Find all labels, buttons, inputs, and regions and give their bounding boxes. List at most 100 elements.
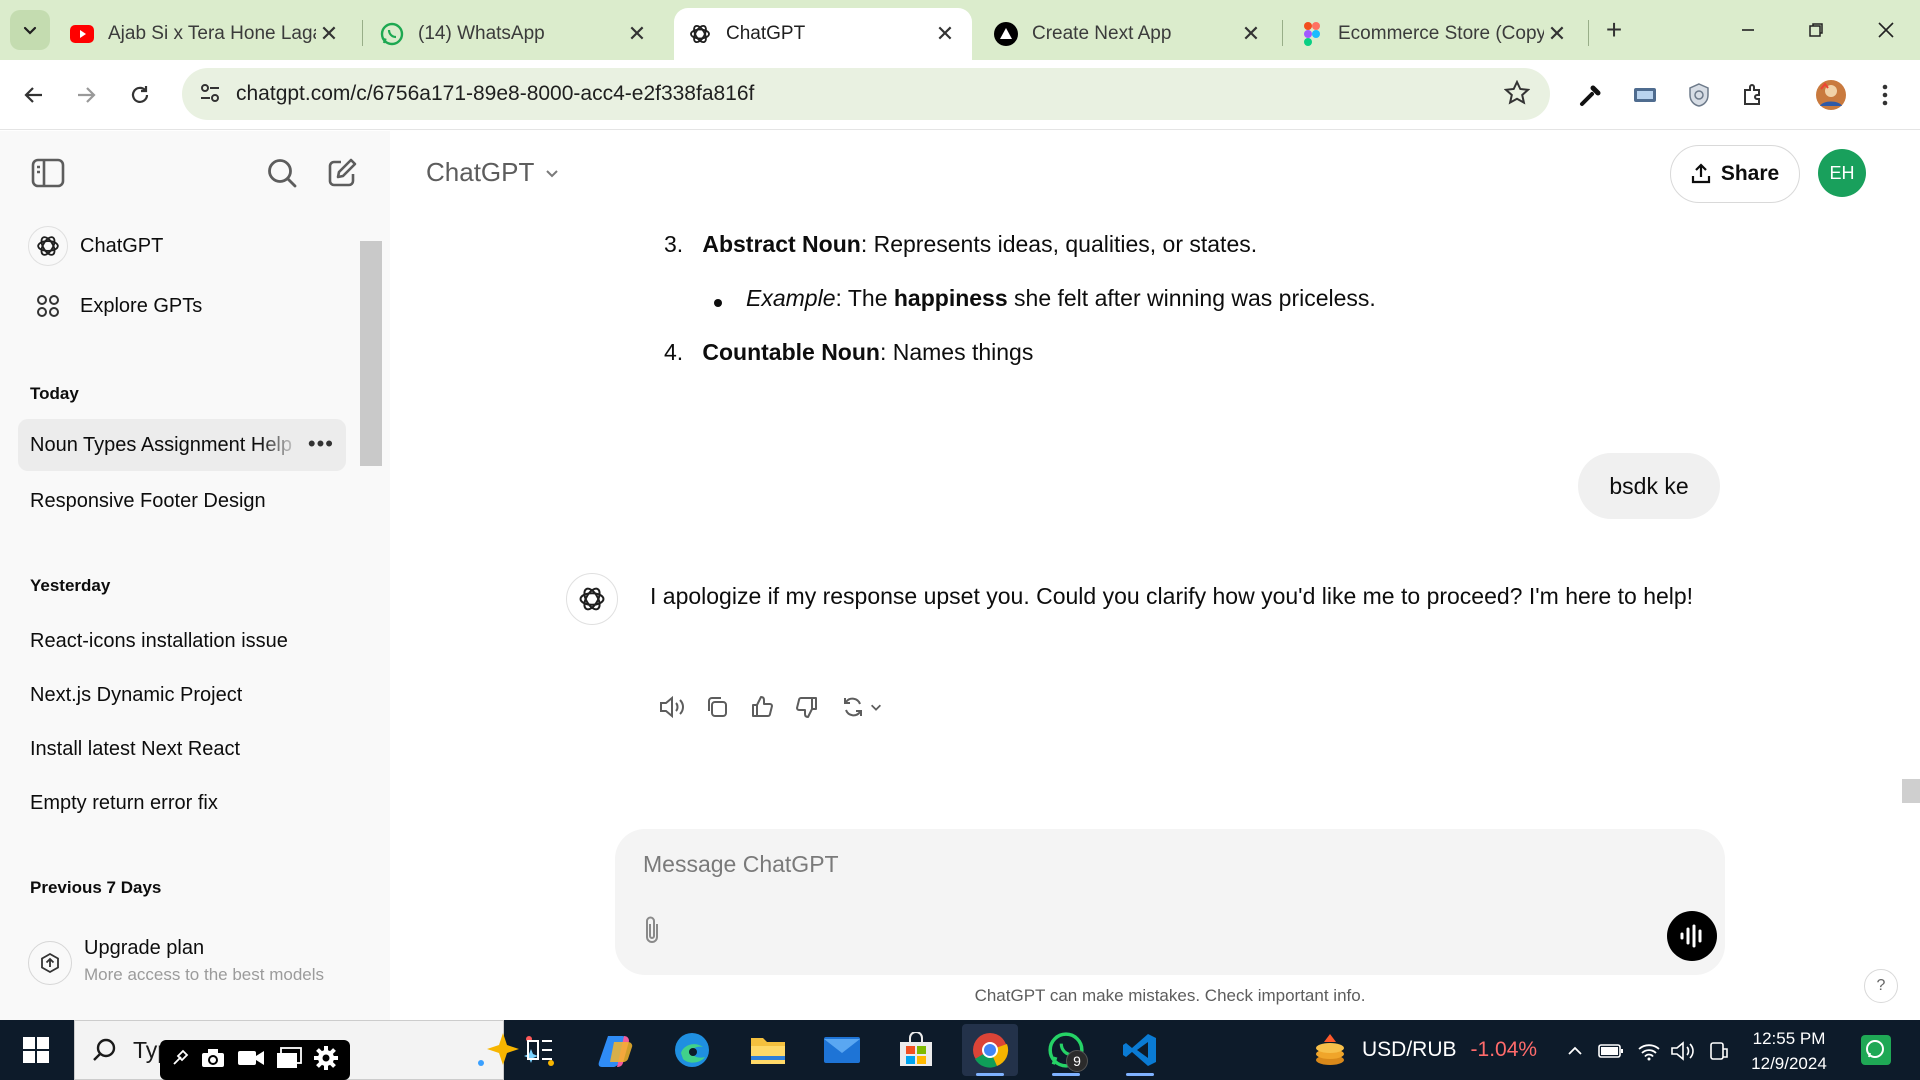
extensions-puzzle-icon[interactable] [1734,76,1772,114]
browser-menu-icon[interactable] [1866,76,1904,114]
close-tab-icon[interactable]: ✕ [1544,21,1570,47]
taskbar-store[interactable] [888,1024,944,1076]
list-description: : Names things [879,339,1034,365]
taskbar-chrome[interactable] [962,1024,1018,1076]
volume-icon[interactable] [1668,1036,1698,1066]
chat-history-item[interactable]: React-icons installation issue [18,615,346,667]
sidebar-scrollbar[interactable] [360,241,382,481]
shield-extension-icon[interactable] [1680,76,1718,114]
upgrade-plan-button[interactable]: Upgrade plan More access to the best mod… [28,937,324,985]
screen-capture-extension-icon[interactable] [1626,76,1664,114]
user-message-bubble: bsdk ke [1578,453,1720,519]
notification-center-button[interactable] [1858,1032,1894,1068]
search-chats-button[interactable] [262,153,302,193]
chat-sidebar: ChatGPT Explore GPTs Today Noun Types As… [0,131,390,1020]
task-view-icon [527,1040,552,1060]
message-input[interactable]: Message ChatGPT [643,851,839,878]
browser-tab-youtube[interactable]: Ajab Si x Tera Hone Laga ✕ [56,8,356,60]
battery-icon[interactable] [1596,1036,1626,1066]
reload-button[interactable] [120,75,160,115]
youtube-icon [70,22,94,46]
browser-tab-figma[interactable]: Ecommerce Store (Copy) ✕ [1286,8,1584,60]
site-settings-icon[interactable] [198,81,222,110]
browser-tab-whatsapp[interactable]: (14) WhatsApp ✕ [366,8,664,60]
address-bar[interactable]: chatgpt.com/c/6756a171-89e8-8000-acc4-e2… [182,68,1550,120]
mail-icon [824,1037,860,1063]
chat-history-item[interactable]: Responsive Footer Design [18,475,346,527]
close-window-button[interactable] [1866,10,1906,50]
share-button[interactable]: Share [1670,145,1800,203]
help-button[interactable]: ? [1864,969,1898,1003]
sidebar-item-explore-gpts[interactable]: Explore GPTs [28,284,202,328]
chat-history-item[interactable]: Next.js Dynamic Project [18,669,346,721]
display-icon[interactable] [1704,1036,1734,1066]
message-composer[interactable]: Message ChatGPT [615,829,1725,975]
main-scrollbar[interactable] [1894,131,1920,1020]
bookmark-star-icon[interactable] [1503,79,1531,111]
toggle-sidebar-button[interactable] [28,153,68,193]
wifi-icon[interactable] [1634,1036,1664,1066]
taskbar-mail[interactable] [814,1024,870,1076]
scrollbar-thumb[interactable] [360,241,382,466]
new-chat-icon [328,158,357,187]
voice-mode-button[interactable] [1667,911,1717,961]
browser-tab-chatgpt[interactable]: ChatGPT ✕ [674,8,972,60]
chat-title: Responsive Footer Design [30,489,266,512]
taskbar-task-view[interactable] [512,1024,568,1076]
list-term: Abstract Noun [702,231,861,257]
stock-ticker-widget[interactable]: USD/RUB -1.04% [1310,1030,1537,1070]
sidebar-item-chatgpt[interactable]: ChatGPT [28,224,163,268]
close-tab-icon[interactable]: ✕ [1238,21,1264,47]
more-options-icon[interactable]: ••• [308,431,334,457]
restore-button[interactable] [1796,10,1836,50]
active-indicator [1052,1073,1080,1076]
taskbar-file-explorer[interactable] [740,1024,796,1076]
new-tab-button[interactable]: + [1598,14,1630,46]
close-tab-icon[interactable]: ✕ [624,21,650,47]
chat-history-item[interactable]: Noun Types Assignment Help ••• [18,419,346,471]
taskbar-copilot[interactable] [588,1024,644,1076]
attach-file-icon[interactable] [641,915,663,950]
brush-icon[interactable] [171,1049,189,1072]
scrollbar-thumb[interactable] [1902,779,1920,803]
close-tab-icon[interactable]: ✕ [932,21,958,47]
windows-icon[interactable] [276,1046,302,1074]
regenerate-button[interactable] [832,687,892,727]
taskbar-vscode[interactable] [1112,1024,1168,1076]
minimize-button[interactable] [1728,10,1768,50]
new-chat-button[interactable] [322,153,362,193]
color-picker-extension-icon[interactable] [1572,76,1610,114]
back-button[interactable] [14,75,54,115]
tab-search-button[interactable] [10,10,50,50]
bullet-point [714,299,722,307]
bad-response-button[interactable] [787,687,827,727]
whatsapp-icon [380,22,404,46]
chatgpt-icon [579,587,605,611]
gear-icon[interactable] [313,1045,339,1076]
tab-title: Ajab Si x Tera Hone Laga [108,23,316,44]
forward-button[interactable] [66,75,106,115]
taskbar-whatsapp[interactable]: 9 [1038,1024,1094,1076]
list-item: 4. Countable Noun: Names things [664,339,1033,366]
chevron-down-icon [23,26,37,35]
list-item: 3. Abstract Noun: Represents ideas, qual… [664,231,1257,258]
ticker-pair: USD/RUB [1362,1038,1457,1061]
close-tab-icon[interactable]: ✕ [316,21,342,47]
taskbar-edge[interactable] [664,1024,720,1076]
chat-history-item[interactable]: Install latest Next React [18,723,346,775]
chat-history-item[interactable]: Empty return error fix [18,777,346,829]
show-hidden-icons-button[interactable] [1560,1036,1590,1066]
profile-avatar-icon[interactable] [1812,76,1850,114]
camera-icon[interactable] [200,1047,226,1074]
start-button[interactable] [14,1030,58,1070]
video-camera-icon[interactable] [237,1048,265,1073]
coins-icon [1316,1034,1344,1065]
copy-button[interactable] [697,687,737,727]
browser-tab-next-app[interactable]: Create Next App ✕ [980,8,1278,60]
system-clock[interactable]: 12:55 PM 12/9/2024 [1744,1026,1834,1076]
model-selector[interactable]: ChatGPT [426,157,560,188]
read-aloud-button[interactable] [652,687,692,727]
user-avatar[interactable]: EH [1818,149,1866,197]
chat-title: Install latest Next React [30,737,241,760]
good-response-button[interactable] [742,687,782,727]
